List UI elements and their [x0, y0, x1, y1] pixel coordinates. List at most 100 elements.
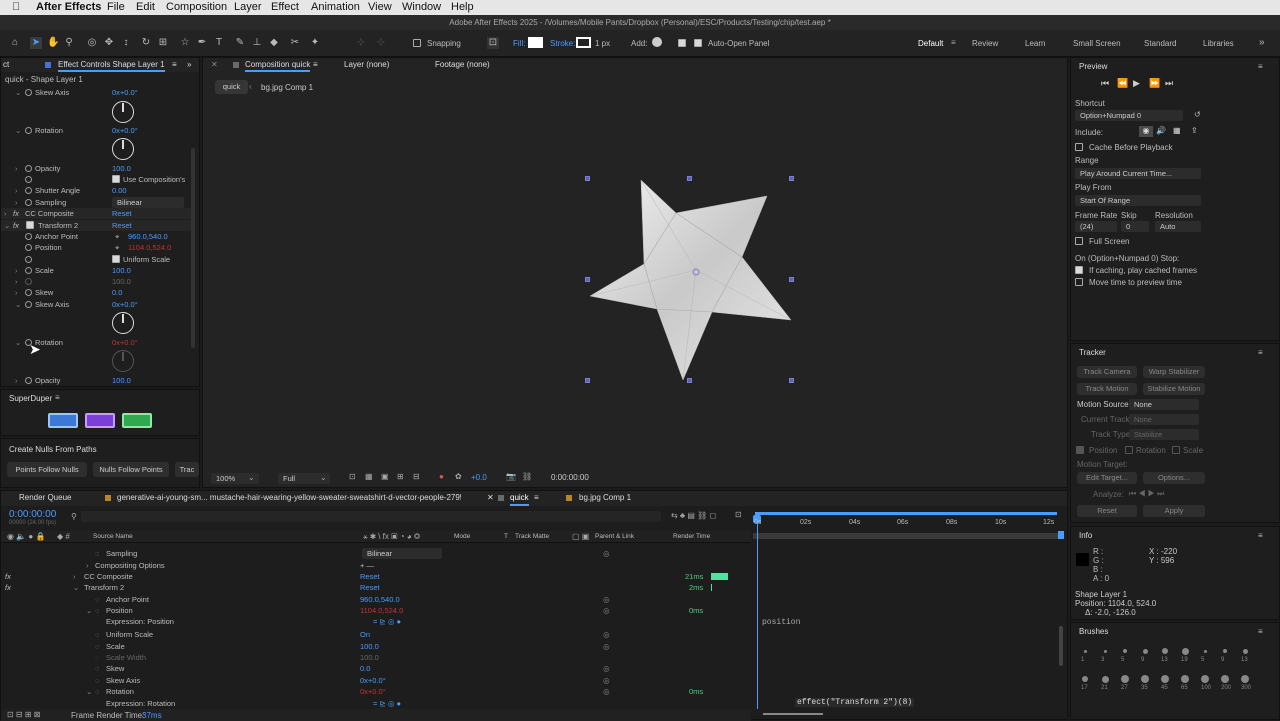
bbox-handle-mr[interactable] — [789, 277, 794, 282]
selection-tool-icon[interactable]: ➤ — [30, 37, 42, 49]
ec-position[interactable]: Position ⌖ 1104.0,524.0 — [1, 242, 191, 253]
skew-axis-dial[interactable] — [112, 101, 134, 123]
roto-tool-icon[interactable]: ✂ — [289, 37, 301, 49]
workspace-menu-icon[interactable]: ≡ — [951, 38, 956, 47]
brush-tip[interactable] — [1142, 648, 1148, 654]
type-tool-icon[interactable]: T — [213, 37, 225, 49]
brush-tip[interactable] — [1083, 649, 1087, 653]
track-camera-button[interactable]: Track Camera — [1077, 366, 1137, 378]
brush-tip[interactable] — [1162, 648, 1168, 654]
preview-menu-icon[interactable]: ≡ — [1258, 62, 1263, 71]
superduper-blue-button[interactable] — [48, 413, 78, 428]
tab-bg-comp[interactable]: bg.jpg Comp 1 — [579, 491, 631, 505]
apple-icon[interactable]:  — [12, 1, 20, 13]
snapping-checkbox[interactable] — [413, 39, 421, 47]
add-button[interactable] — [652, 37, 662, 47]
tl-row-cc-composite[interactable]: fx › CC Composite Reset 21ms — [1, 571, 751, 582]
menu-help[interactable]: Help — [451, 1, 474, 13]
scrollbar[interactable] — [191, 148, 195, 348]
menu-window[interactable]: Window — [402, 1, 441, 13]
bbox-handle-ml[interactable] — [585, 277, 590, 282]
exposure-value[interactable]: +0.0 — [471, 473, 487, 482]
distribute-icon[interactable]: ⊹ — [375, 37, 387, 49]
snapshot-icon[interactable]: 📷 — [506, 472, 516, 481]
align-icon[interactable]: ⊹ — [355, 37, 367, 49]
pen-tool-icon[interactable]: ✒ — [196, 37, 208, 49]
hand-tool-icon[interactable]: ✋ — [47, 37, 59, 49]
close-tab-icon[interactable]: ✕ — [211, 58, 218, 72]
playhead[interactable] — [757, 519, 758, 709]
menu-file[interactable]: File — [107, 1, 125, 13]
rotation-dial[interactable] — [112, 138, 134, 160]
superduper-green-button[interactable] — [122, 413, 152, 428]
sampling-select[interactable]: Bilinear — [112, 197, 184, 208]
brush-tip[interactable] — [1181, 675, 1189, 683]
ec-uniform-scale[interactable]: Uniform Scale — [1, 254, 191, 265]
move-time-checkbox[interactable] — [1075, 278, 1083, 286]
tl-row-sampling[interactable]: ◌ Sampling Bilinear ◎ — [1, 548, 751, 559]
tab-quick[interactable]: quick — [510, 491, 529, 506]
fill-swatch[interactable] — [528, 37, 543, 48]
col-parent-link[interactable]: Parent & Link — [595, 533, 634, 540]
puppet-tool-icon[interactable]: ✦ — [309, 37, 321, 49]
tab-render-queue[interactable]: Render Queue — [19, 491, 71, 505]
tracker-menu-icon[interactable]: ≡ — [1258, 348, 1263, 357]
snap-options-icon[interactable]: ⊡ — [487, 37, 499, 49]
bbox-handle-tl[interactable] — [585, 176, 590, 181]
range-select[interactable]: Play Around Current Time... — [1075, 168, 1201, 179]
zoom-slider[interactable] — [763, 713, 823, 715]
ec-scale[interactable]: › Scale 100.0 — [1, 265, 191, 276]
brush-tip[interactable] — [1101, 675, 1109, 683]
more-tabs-icon[interactable]: » — [187, 58, 191, 72]
menu-animation[interactable]: Animation — [311, 1, 360, 13]
timeline-timecode[interactable]: 0:00:00:00 — [9, 509, 56, 520]
tl-row-expr-rotation[interactable]: Expression: Rotation = ⊵ ◎ ● — [1, 698, 751, 709]
menu-layer[interactable]: Layer — [234, 1, 262, 13]
tab-effect-controls[interactable]: Effect Controls Shape Layer 1 — [58, 58, 165, 72]
col-render-time[interactable]: Render Time — [673, 533, 710, 540]
dolly-tool-icon[interactable]: ↕ — [120, 37, 132, 49]
track-motion-button[interactable]: Track Motion — [1077, 383, 1137, 395]
tab-layer[interactable]: Layer (none) — [344, 58, 389, 72]
composition-canvas[interactable] — [328, 100, 968, 457]
anchor-tool-icon[interactable]: ⊞ — [157, 37, 169, 49]
region-icon[interactable]: ⊡ — [349, 472, 356, 481]
view-icon[interactable]: ⊟ — [413, 472, 420, 481]
menu-effect[interactable]: Effect — [271, 1, 299, 13]
next-frame-icon[interactable]: ⏩ — [1149, 78, 1160, 89]
if-caching-checkbox[interactable] — [1075, 266, 1083, 274]
col-track-matte[interactable]: Track Matte — [515, 533, 549, 540]
prev-frame-icon[interactable]: ⏪ — [1117, 78, 1128, 89]
menu-view[interactable]: View — [368, 1, 392, 13]
quick-menu-icon[interactable]: ≡ — [534, 491, 539, 505]
expression-rotation-text[interactable]: effect("Transform 2")(8) — [795, 698, 915, 707]
col-mode[interactable]: Mode — [454, 533, 470, 540]
star-tool-icon[interactable]: ☆ — [179, 37, 191, 49]
brush-tip[interactable] — [1103, 649, 1107, 653]
timeline-tool-icons[interactable]: ⇆ ♣ ▤ ⛓ ◻ — [671, 511, 716, 520]
graph-editor-icon[interactable]: ⊡ — [735, 510, 742, 519]
footer-icons[interactable]: ⊡ ⊟ ⊞ ⊠ — [7, 710, 40, 719]
workspace-learn[interactable]: Learn — [1025, 39, 1045, 48]
crumb-quick[interactable]: quick — [215, 80, 248, 94]
col-t[interactable]: T — [504, 533, 508, 540]
bbox-handle-bm[interactable] — [687, 378, 692, 383]
stamp-tool-icon[interactable]: ⊥ — [251, 37, 263, 49]
menu-composition[interactable]: Composition — [166, 1, 227, 13]
transparency-grid-icon[interactable]: ▦ — [365, 472, 373, 481]
tl-row-compositing[interactable]: › Compositing Options + — — [1, 560, 751, 571]
superduper-purple-button[interactable] — [85, 413, 115, 428]
superduper-menu-icon[interactable]: ≡ — [55, 393, 60, 402]
comp-timecode[interactable]: 0:00:00:00 — [551, 473, 589, 482]
reset-shortcut-icon[interactable]: ↺ — [1194, 110, 1201, 119]
auto-open-checkbox[interactable] — [678, 39, 686, 47]
tl-row-skew[interactable]: ◌ Skew 0.0 ◎ — [1, 663, 751, 674]
ec-skew[interactable]: › Skew 0.0 — [1, 287, 191, 298]
brush-tip[interactable] — [1221, 675, 1229, 683]
workspace-libraries[interactable]: Libraries — [1203, 39, 1234, 48]
panel-menu-icon[interactable]: ≡ — [172, 58, 177, 72]
tl-row-position[interactable]: ⌄ ◌ Position 1104.0,524.0 ◎ 0ms — [1, 605, 751, 616]
ec-use-comp[interactable]: Use Composition's — [1, 174, 191, 185]
resolution-select-preview[interactable]: Auto — [1155, 221, 1201, 232]
bbox-handle-br[interactable] — [789, 378, 794, 383]
